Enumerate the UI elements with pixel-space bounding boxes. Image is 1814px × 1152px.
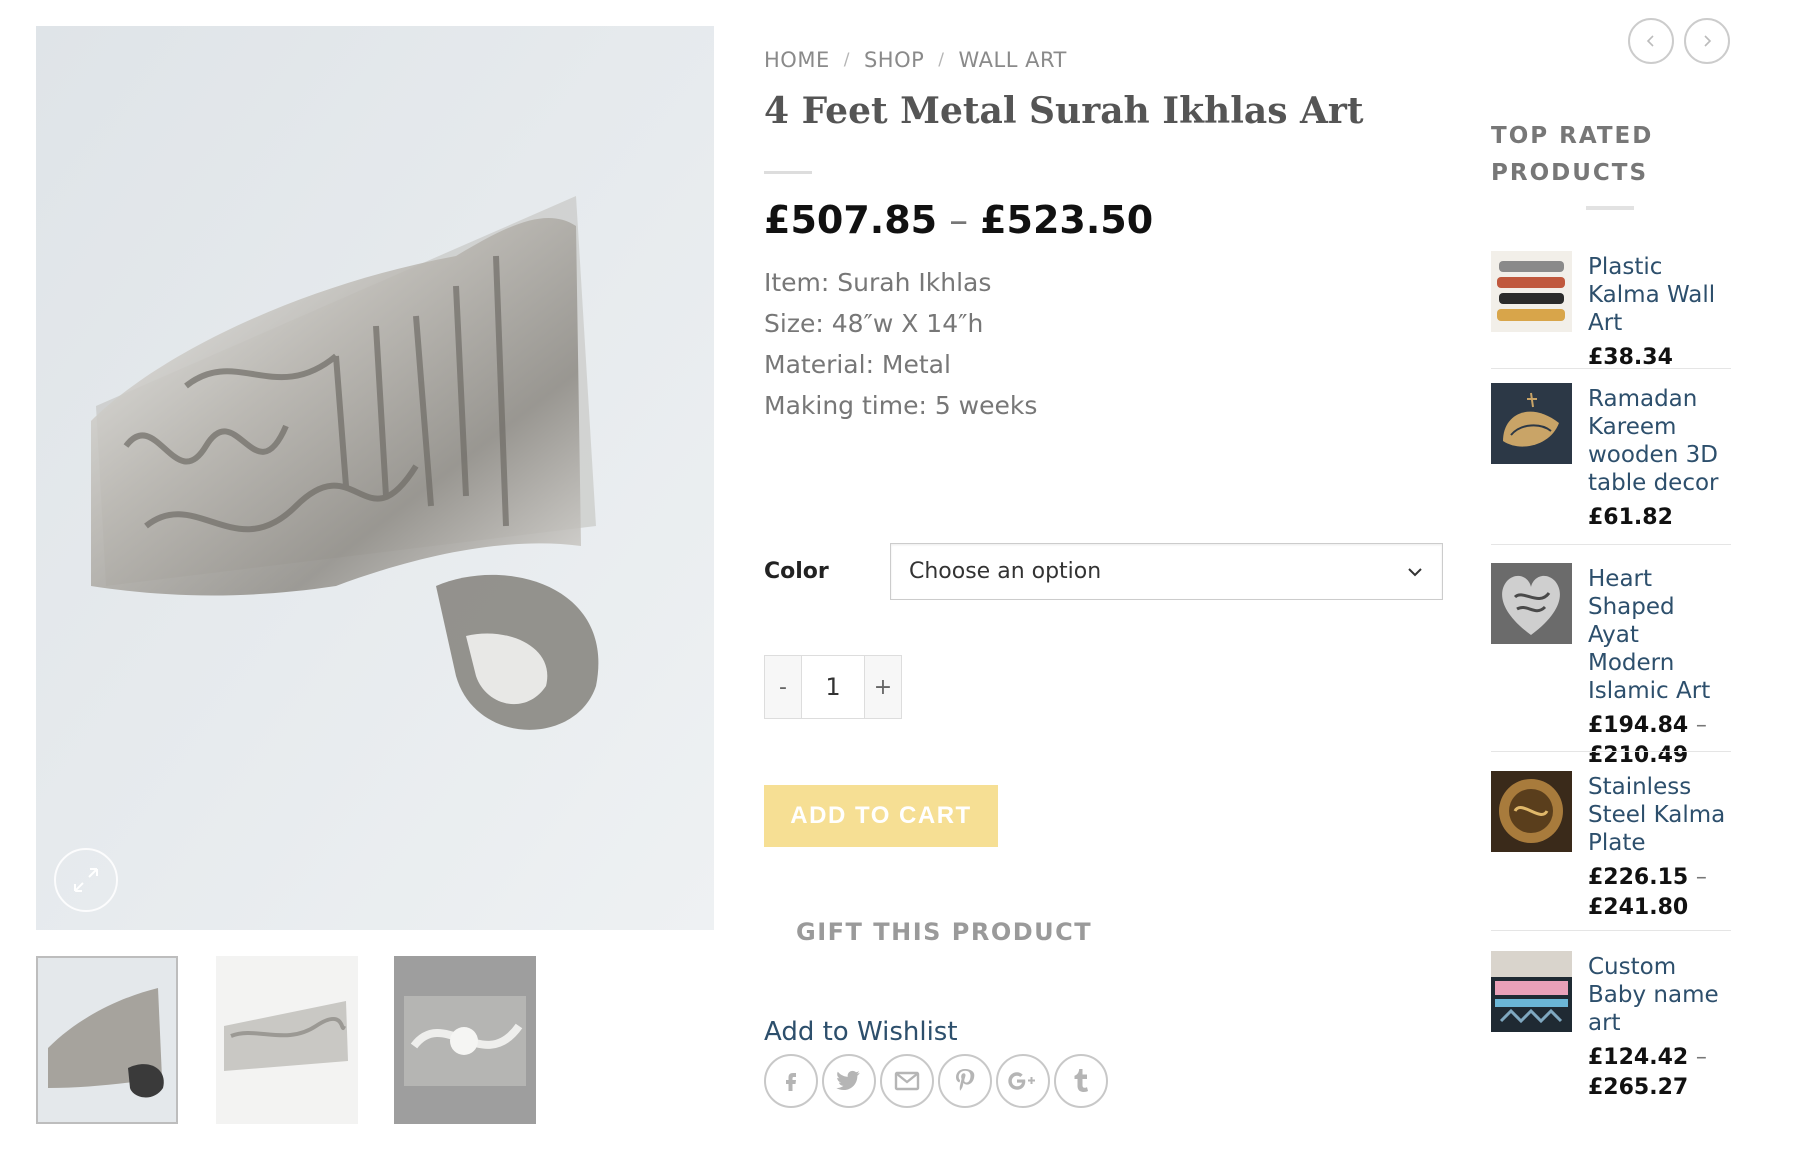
chevron-down-icon xyxy=(1408,567,1422,576)
price-low: £124.42 xyxy=(1588,1045,1689,1070)
product-price: £507.85 – £523.50 xyxy=(764,198,1153,242)
breadcrumb-shop[interactable]: SHOP xyxy=(864,48,924,72)
sidebar-title-line2: PRODUCTS xyxy=(1491,160,1649,186)
gallery-thumbnail[interactable] xyxy=(36,956,178,1124)
breadcrumb: HOME / SHOP / WALL ART xyxy=(764,48,1067,72)
spec-size: Size: 48″w X 14″h xyxy=(764,309,984,338)
list-divider xyxy=(1491,544,1731,545)
spec-making-time: Making time: 5 weeks xyxy=(764,391,1038,420)
spec-material: Material: Metal xyxy=(764,350,951,379)
product-price: £124.42 – £265.27 xyxy=(1588,1043,1731,1103)
price-low: £194.84 xyxy=(1588,713,1689,738)
quantity-input[interactable]: 1 xyxy=(802,655,864,719)
sidebar-title-line1: TOP RATED xyxy=(1491,123,1654,149)
list-item[interactable]: Custom Baby name art £124.42 – £265.27 xyxy=(1491,951,1731,1103)
pinterest-icon[interactable] xyxy=(938,1054,992,1108)
price-high: £523.50 xyxy=(980,198,1154,242)
list-item[interactable]: Plastic Kalma Wall Art £38.34 xyxy=(1491,251,1731,373)
product-main-image[interactable] xyxy=(36,26,714,930)
product-specs: Item: Surah Ikhlas Size: 48″w X 14″h Mat… xyxy=(764,262,1037,426)
product-name[interactable]: Ramadan Kareem wooden 3D table decor xyxy=(1588,385,1731,497)
list-item[interactable]: Heart Shaped Ayat Modern Islamic Art £19… xyxy=(1491,563,1731,771)
breadcrumb-category[interactable]: WALL ART xyxy=(959,48,1067,72)
price-low: £507.85 xyxy=(764,198,938,242)
facebook-icon[interactable] xyxy=(764,1054,818,1108)
spec-item: Item: Surah Ikhlas xyxy=(764,268,992,297)
add-to-cart-button[interactable]: ADD TO CART xyxy=(764,785,998,847)
share-icons xyxy=(764,1054,1108,1108)
product-thumbnail[interactable] xyxy=(1491,951,1572,1032)
next-product-button[interactable] xyxy=(1684,18,1730,64)
price-low: £61.82 xyxy=(1588,505,1673,530)
product-name[interactable]: Plastic Kalma Wall Art xyxy=(1588,253,1731,337)
list-divider xyxy=(1491,751,1731,752)
chevron-right-icon xyxy=(1704,35,1712,47)
add-to-wishlist-link[interactable]: Add to Wishlist xyxy=(764,1017,958,1047)
google-plus-icon[interactable] xyxy=(996,1054,1050,1108)
tumblr-icon[interactable] xyxy=(1054,1054,1108,1108)
color-select[interactable]: Choose an option xyxy=(890,543,1443,600)
product-price: £61.82 xyxy=(1588,503,1731,533)
list-divider xyxy=(1491,930,1731,931)
product-thumbnail[interactable] xyxy=(1491,251,1572,332)
color-label: Color xyxy=(764,559,829,584)
price-range-dash: – xyxy=(1695,713,1707,738)
list-item[interactable]: Ramadan Kareem wooden 3D table decor £61… xyxy=(1491,383,1731,533)
product-thumbnail[interactable] xyxy=(1491,383,1572,464)
quantity-minus-button[interactable]: - xyxy=(764,655,802,719)
zoom-icon[interactable] xyxy=(54,848,118,912)
price-range-dash: – xyxy=(1695,865,1707,890)
price-high: £210.49 xyxy=(1588,743,1689,768)
gift-product-button[interactable]: GIFT THIS PRODUCT xyxy=(796,918,1092,946)
chevron-left-icon xyxy=(1646,35,1654,47)
title-divider xyxy=(764,171,812,174)
previous-product-button[interactable] xyxy=(1628,18,1674,64)
product-price: £226.15 – £241.80 xyxy=(1588,863,1731,923)
breadcrumb-separator: / xyxy=(938,50,945,70)
breadcrumb-separator: / xyxy=(843,50,850,70)
product-name[interactable]: Heart Shaped Ayat Modern Islamic Art xyxy=(1588,565,1731,705)
color-select-value: Choose an option xyxy=(909,559,1102,584)
product-name[interactable]: Custom Baby name art xyxy=(1588,953,1731,1037)
gallery-thumbnail[interactable] xyxy=(394,956,536,1124)
price-low: £226.15 xyxy=(1588,865,1689,890)
sidebar-divider xyxy=(1586,206,1634,210)
quantity-plus-button[interactable]: + xyxy=(864,655,902,719)
email-icon[interactable] xyxy=(880,1054,934,1108)
list-item[interactable]: Stainless Steel Kalma Plate £226.15 – £2… xyxy=(1491,771,1731,923)
product-name[interactable]: Stainless Steel Kalma Plate xyxy=(1588,773,1731,857)
sidebar-title: TOP RATED PRODUCTS xyxy=(1491,118,1691,192)
product-thumbnail[interactable] xyxy=(1491,563,1572,644)
price-low: £38.34 xyxy=(1588,345,1673,370)
breadcrumb-home[interactable]: HOME xyxy=(764,48,830,72)
gallery-thumbnail[interactable] xyxy=(216,956,358,1124)
product-title: 4 Feet Metal Surah Ikhlas Art xyxy=(764,90,1364,132)
price-high: £265.27 xyxy=(1588,1075,1689,1100)
twitter-icon[interactable] xyxy=(822,1054,876,1108)
product-price: £194.84 – £210.49 xyxy=(1588,711,1731,771)
quantity-stepper: - 1 + xyxy=(764,655,902,719)
list-divider xyxy=(1491,368,1731,369)
product-thumbnail[interactable] xyxy=(1491,771,1572,852)
price-range-dash: – xyxy=(1695,1045,1707,1070)
price-range-dash: – xyxy=(949,198,969,242)
price-high: £241.80 xyxy=(1588,895,1689,920)
